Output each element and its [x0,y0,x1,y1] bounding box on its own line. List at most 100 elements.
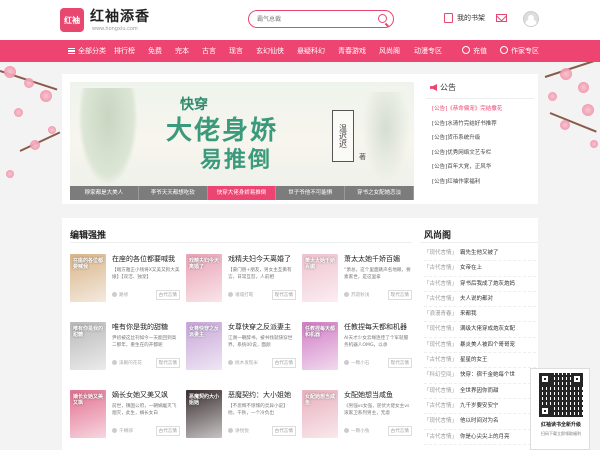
user-icon [112,360,117,365]
notice-item[interactable]: [公告]货币系统升级 [432,131,534,146]
list-item[interactable]: 「现代言情」 满级大佬穿成炮灰女配 [424,322,536,338]
nav-item-modern-romance[interactable]: 现言 [229,40,243,62]
book-title[interactable]: 恶魔契约：大小姐她 [228,390,291,400]
book-card[interactable]: 在座的各位都要喊我 在座的各位都要喊我 【端方雅正小钱将X又美又狗大美娘】【双洁… [70,254,182,318]
notice-item[interactable]: [公告]百年大党，正风华 [432,160,534,175]
book-card[interactable]: 萧太太她千娇百媚 萧太太她千娇百媚 “萧总，这个里面跳声名地眼，要素家世，是这里… [302,254,414,318]
nav-item-youth-games[interactable]: 青春游戏 [338,40,366,62]
section-title: 编辑强推 [70,231,107,241]
search-icon[interactable] [378,14,387,23]
book-category[interactable]: 现代言情 [387,358,412,368]
nav-item-free[interactable]: 免费 [148,40,162,62]
logo-mark[interactable]: 红袖 [60,8,84,32]
editor-recommend-section: 编辑强推 在座的各位都要喊我 在座的各位都要喊我 【端方雅正小钱将X又美又狗大美… [62,218,420,450]
book-card[interactable]: 女尊快穿之反派妻主 女尊快穿之反派妻主 江谢一朝醉书，被书找就快穿世界，系统00… [186,322,298,386]
book-title[interactable]: 嫡长女她又美又飒 [112,390,168,400]
notice-item[interactable]: [公告]水清竹完结好书推荐 [432,117,534,132]
banner-image[interactable]: 快穿 大佬身娇 易推倒 温迟迟 著 [70,82,414,186]
book-category[interactable]: 现代言情 [271,290,296,300]
book-card[interactable]: 任教捏每天都和机器 任教捏每天都和机器 AI天才少女云缘连佳了个军就服务机器人O… [302,322,414,386]
nav-item-recharge[interactable]: 充值 [462,40,487,62]
nav-item-ranking[interactable]: 排行榜 [114,40,135,62]
book-author: 桃木发现米 [235,361,258,366]
book-cover[interactable]: 任教捏每天都和机器 [302,322,338,370]
book-cover[interactable]: 唯有你是我的甜糖 [70,322,106,370]
author-icon [500,46,508,54]
notice-panel: 公告 [公告]《恭命偏宠》完结撒花 [公告]水清竹完结好书推荐 [公告]货币系统… [422,74,538,204]
list-item[interactable]: 「古代言情」 星星的女王 [424,353,536,369]
notice-item[interactable]: [公告]红袖作家福利 [432,175,534,190]
book-title[interactable]: 任教捏每天都和机器 [344,322,407,332]
banner-tab[interactable]: 穿书之女配她恋淡 [345,186,414,200]
list-item[interactable]: 「古代言情」 女帝在上 [424,261,536,277]
book-category[interactable]: 现代言情 [155,358,180,368]
speaker-icon [430,84,437,91]
nav-item-mystery-scifi[interactable]: 悬疑科幻 [297,40,325,62]
book-desc: 《男强vs女强，逆伏大佬女主vs滚家卫系列男主，无虐 [344,404,410,416]
book-cover[interactable]: 女配她想当咸鱼 [302,390,338,438]
bookshelf-icon [444,13,453,23]
user-icon [228,360,233,365]
list-item[interactable]: 「科幻空间」 快穿：宿千金她每个世 [424,368,536,384]
book-title[interactable]: 戏精夫妇今天离婚了 [228,254,291,264]
list-item[interactable]: 「浪漫青春」 来都我 [424,307,536,323]
qr-code [539,373,583,417]
book-meta: 诸城打盹 现代言情 [228,290,298,300]
book-cover[interactable]: 在座的各位都要喊我 [70,254,106,302]
book-category[interactable]: 现代言情 [387,290,412,300]
book-title[interactable]: 女配她想当咸鱼 [344,390,393,400]
banner-tab-active[interactable]: 快穿大佬身娇易推倒 [207,186,277,200]
book-cover[interactable]: 嫡长女她又美又飒 [70,390,106,438]
banner-tab[interactable]: 世子爷他不可能惧 [276,186,346,200]
list-item[interactable]: 「古代言情」 九千岁要安安宁 [424,399,536,415]
book-card[interactable]: 嫡长女她又美又飒 嫡长女她又美又飒 前世，镇国公府，一朝嫡屠灭飞烟灭，此生，嫡长… [70,390,182,450]
list-item[interactable]: 「古代言情」 夫人说的都对 [424,292,536,308]
book-title[interactable]: 萧太太她千娇百媚 [344,254,400,264]
book-category[interactable]: 古代言情 [155,426,180,436]
book-category[interactable]: 古代言情 [387,426,412,436]
divider [420,242,538,243]
nav-item-ancient-romance[interactable]: 古言 [202,40,216,62]
book-title[interactable]: 女尊快穿之反派妻主 [228,322,291,332]
nav-item-author-zone[interactable]: 作家专区 [500,40,539,62]
mail-icon[interactable] [496,14,507,22]
search-input[interactable] [257,13,367,25]
nav-item-fengshang[interactable]: 风尚阁 [379,40,400,62]
nav-item-anime[interactable]: 动漫专区 [414,40,442,62]
book-category[interactable]: 古代言情 [271,426,296,436]
notice-item[interactable]: [公告]优秀网络文艺专栏 [432,146,534,161]
list-item[interactable]: 「古代言情」 穿书后我成了炮灰炮妈 [424,277,536,292]
book-cover[interactable]: 恶魔契约大小姐她 [186,390,222,438]
list-item[interactable]: 「现代言情」 他以时间对为名 [424,414,536,430]
nav-item-completed[interactable]: 完本 [175,40,189,62]
list-item[interactable]: 「现代言情」 全世界因你而甜 [424,384,536,399]
avatar[interactable] [523,11,539,27]
notice-item[interactable]: [公告]《恭命偏宠》完结撒花 [432,102,534,117]
book-card[interactable]: 唯有你是我的甜糖 唯有你是我的甜糖 尹初被这丝刊如今一天能回到高二那年，重生在的… [70,322,182,386]
book-card[interactable]: 女配她想当咸鱼 女配她想当咸鱼 《男强vs女强，逆伏大佬女主vs滚家卫系列男主，… [302,390,414,450]
book-cover[interactable]: 女尊快穿之反派妻主 [186,322,222,370]
logo-name[interactable]: 红袖添香 [90,6,150,26]
book-card[interactable]: 恶魔契约大小姐她 恶魔契约：大小姐她 【不思悔不惊悚的灵异小说】他，干秋，一个冷… [186,390,298,450]
book-card[interactable]: 戏精夫妇今天离婚了 戏精夫妇今天离婚了 【豪门替+朋友，男女主互撕有言，日常互怼… [186,254,298,318]
book-category[interactable]: 古代言情 [271,358,296,368]
list-item[interactable]: 「现代言情」 暴炎美人被四个哥哥宠 [424,338,536,354]
book-category[interactable]: 古代言情 [155,290,180,300]
book-title[interactable]: 唯有你是我的甜糖 [112,322,168,332]
banner-tabs: 穆家都是大美人 李爷天天都想吃软 快穿大佬身娇易推倒 世子爷他不可能惧 穿书之女… [70,186,414,200]
nav-item-fantasy[interactable]: 玄幻仙侠 [256,40,284,62]
banner-tab[interactable]: 李爷天天都想吃软 [138,186,208,200]
my-shelf-link[interactable]: 我的书架 [444,13,485,23]
book-meta: 路修 古代言情 [112,290,182,300]
user-icon [112,292,117,297]
list-item[interactable]: 「古代言情」 你是心尖尖上的月亮 [424,430,536,445]
book-title[interactable]: 在座的各位都要喊我 [112,254,175,264]
book-cover[interactable]: 戏精夫妇今天离婚了 [186,254,222,302]
book-cover[interactable]: 萧太太她千娇百媚 [302,254,338,302]
list-item[interactable]: 「现代言情」 霸先生他又被了 [424,246,536,262]
banner-tab[interactable]: 穆家都是大美人 [70,186,139,200]
user-icon [344,292,349,297]
user-icon [228,292,233,297]
nav-item-all-categories[interactable]: 全部分类 [62,40,112,62]
book-desc: AI天才少女云缘连佳了个军就服务机器人OMG，以承 [344,336,409,348]
